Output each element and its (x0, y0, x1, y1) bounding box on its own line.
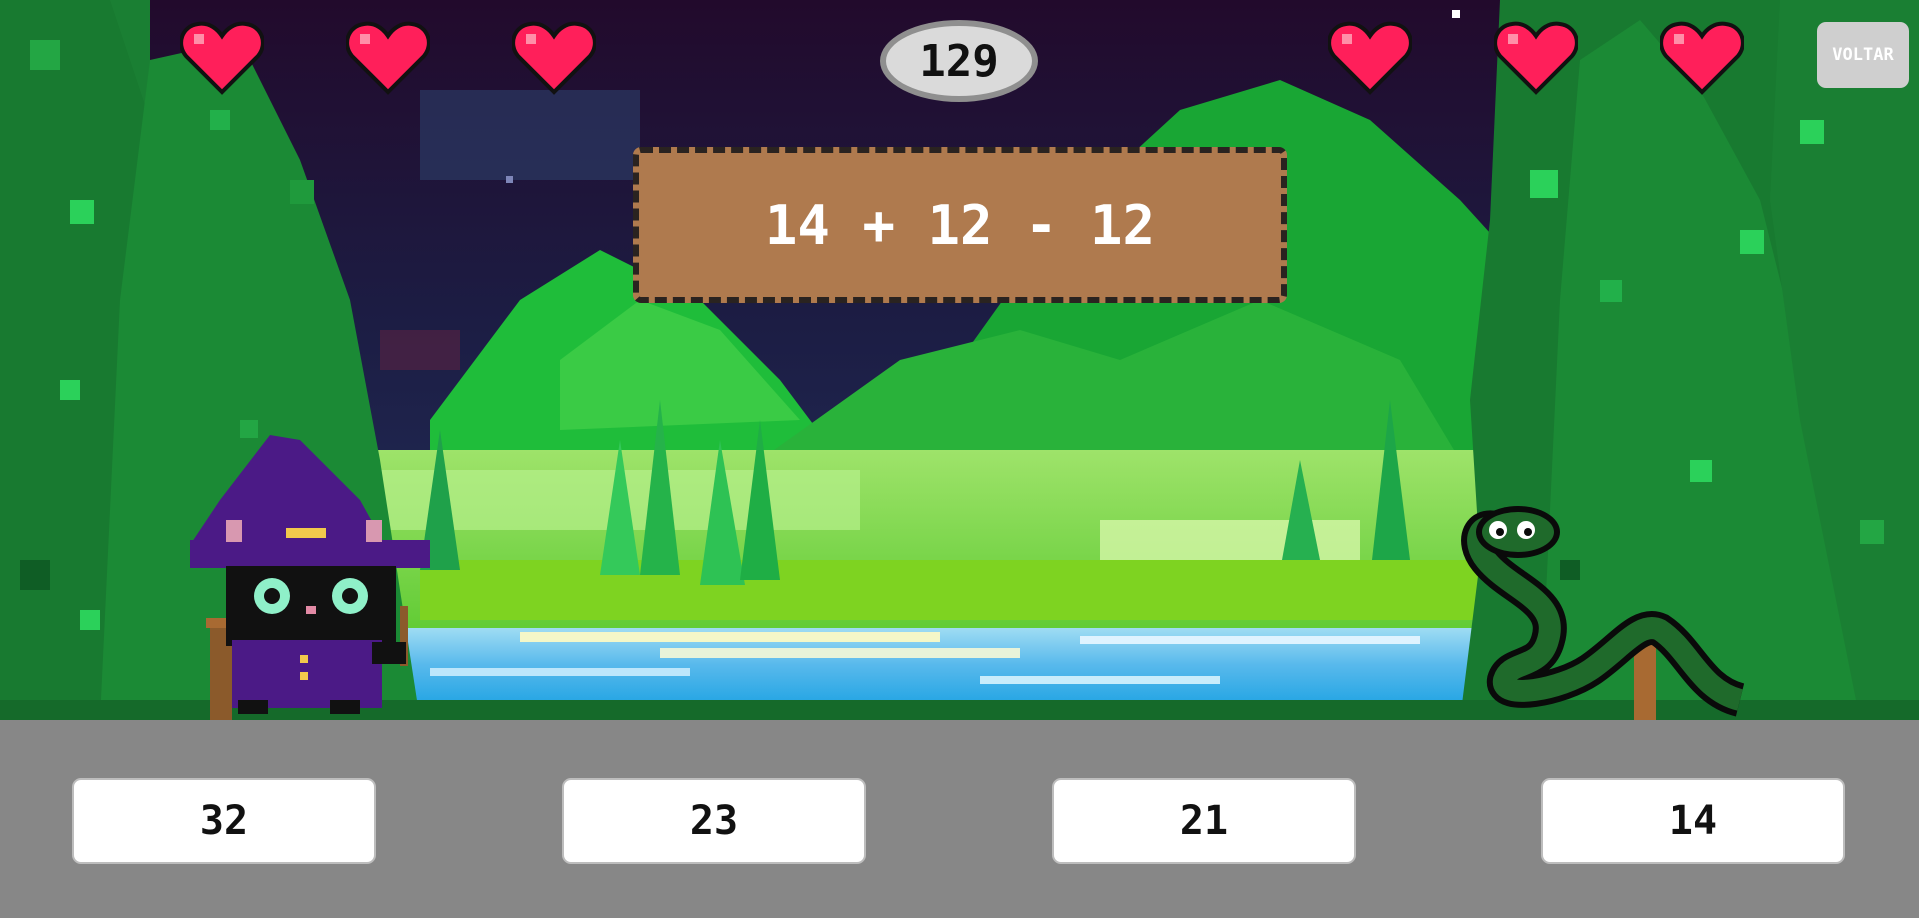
enemy-lives (1328, 20, 1744, 96)
answer-button[interactable]: 14 (1541, 778, 1845, 864)
heart-icon (180, 20, 264, 96)
answer-bar: 32 23 21 14 (0, 720, 1919, 918)
back-button[interactable]: VOLTAR (1817, 22, 1909, 88)
answer-button[interactable]: 21 (1052, 778, 1356, 864)
player-lives (180, 20, 596, 96)
heart-icon (1660, 20, 1744, 96)
forest-lake-background (0, 0, 1919, 720)
score-display: 129 (880, 20, 1038, 102)
heart-icon (346, 20, 430, 96)
math-question: 14 + 12 - 12 (633, 147, 1287, 303)
answer-button[interactable]: 32 (72, 778, 376, 864)
game-scene: 129 VOLTAR 14 + 12 - 12 (0, 0, 1919, 720)
answer-button[interactable]: 23 (562, 778, 866, 864)
heart-icon (1328, 20, 1412, 96)
heart-icon (512, 20, 596, 96)
heart-icon (1494, 20, 1578, 96)
